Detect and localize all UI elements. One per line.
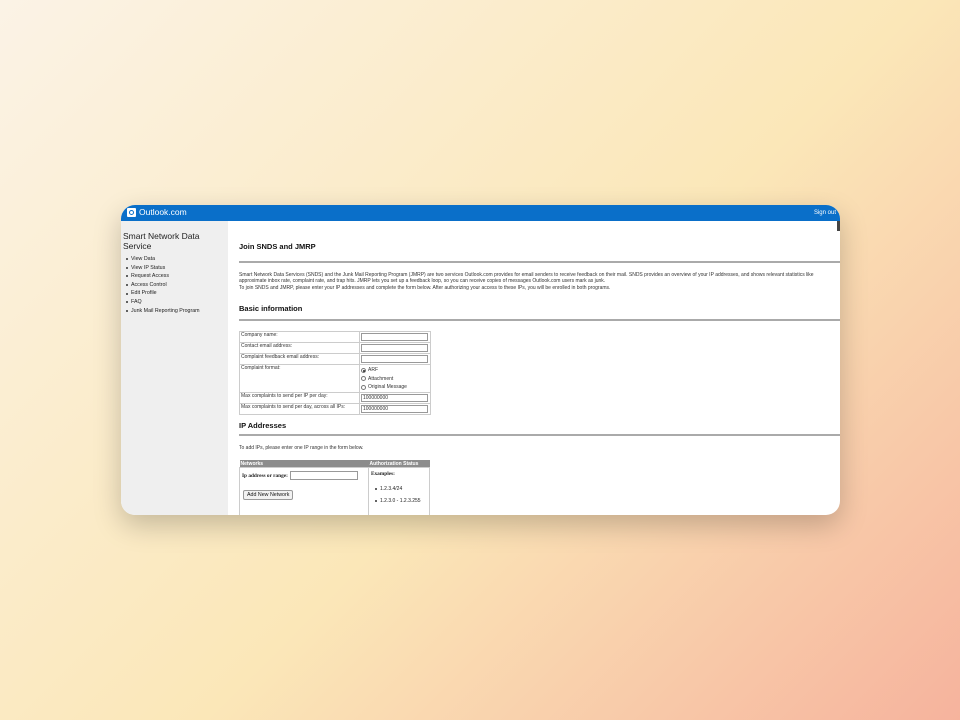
brand-name: Outlook.com [139, 207, 187, 217]
status-column-header: Authorization Status [368, 460, 430, 468]
divider [239, 434, 840, 436]
feedback-email-input[interactable] [361, 355, 428, 363]
intro-instructions: To join SNDS and JMRP, please enter your… [239, 284, 611, 291]
sidebar-item-request-access[interactable]: Request Access [125, 272, 228, 281]
ip-range-label: Ip address or range: [242, 472, 288, 479]
ip-range-input[interactable] [289, 471, 358, 480]
format-option-arf[interactable]: ARF [361, 366, 430, 375]
contact-email-label: Contact email address: [239, 342, 360, 354]
max-all-ips-label: Max complaints to send per day, across a… [239, 402, 360, 415]
ip-instructions: To add IPs, please enter one IP range in… [239, 445, 364, 451]
ip-addresses-heading: IP Addresses [239, 421, 287, 430]
sidebar-item-edit-profile[interactable]: Edit Profile [125, 289, 228, 298]
company-name-input[interactable] [361, 333, 428, 341]
format-option-label: Original Message [368, 384, 407, 390]
basic-info-heading: Basic information [239, 304, 303, 313]
add-new-network-button[interactable]: Add New Network [243, 490, 294, 500]
networks-cell: Ip address or range: Add New Network [239, 467, 369, 515]
networks-table: Networks Authorization Status Ip address… [239, 460, 430, 515]
browser-window: Outlook.com Sign out Smart Network Data … [121, 205, 840, 515]
complaint-format-label: Complaint format: [239, 364, 360, 393]
format-option-label: Attachment [368, 375, 394, 382]
sidebar-nav: View Data View IP Status Request Access … [121, 255, 228, 315]
ip-range-field: Ip address or range: [242, 471, 367, 480]
outlook-logo[interactable]: Outlook.com [127, 207, 187, 217]
top-bar: Outlook.com Sign out [121, 205, 840, 221]
sidebar-item-faq[interactable]: FAQ [125, 298, 228, 307]
sidebar: Smart Network Data Service View Data Vie… [121, 221, 228, 515]
status-cell: Examples: 1.2.3.4/24 1.2.3.0 - 1.2.3.255 [368, 467, 430, 515]
sidebar-item-jmrp[interactable]: Junk Mail Reporting Program [125, 307, 228, 316]
max-per-ip-input[interactable]: 100000000 [361, 393, 428, 402]
outlook-icon [127, 207, 136, 217]
feedback-email-label: Complaint feedback email address: [239, 353, 360, 365]
company-name-label: Company name: [239, 331, 360, 343]
max-all-ips-input[interactable]: 100000000 [361, 404, 428, 413]
max-per-ip-label: Max complaints to send per IP per day: [239, 391, 360, 404]
networks-column-header: Networks [239, 460, 369, 468]
example-item: 1.2.3.0 - 1.2.3.255 [375, 498, 428, 504]
complaint-format-options: ARF Attachment Original Message [359, 364, 431, 393]
basic-info-form: Company name: Contact email address: Com… [239, 331, 431, 415]
intro-text: Smart Network Data Services (SNDS) and t… [239, 272, 835, 291]
sidebar-item-access-control[interactable]: Access Control [125, 281, 228, 290]
divider [239, 319, 840, 321]
sidebar-title: Smart Network Data Service [123, 231, 200, 251]
divider [239, 261, 840, 263]
sidebar-item-view-ip-status[interactable]: View IP Status [125, 264, 228, 273]
radio-icon[interactable] [361, 376, 366, 382]
format-option-label: ARF [368, 367, 378, 373]
format-option-attachment[interactable]: Attachment [361, 375, 430, 384]
main-content: Join SNDS and JMRP Smart Network Data Se… [228, 221, 840, 515]
radio-selected-icon[interactable] [361, 367, 366, 373]
sidebar-item-view-data[interactable]: View Data [125, 255, 228, 264]
example-item: 1.2.3.4/24 [375, 486, 428, 492]
radio-icon[interactable] [361, 384, 366, 390]
format-option-original[interactable]: Original Message [361, 383, 430, 392]
contact-email-input[interactable] [361, 344, 428, 352]
page-title: Join SNDS and JMRP [239, 242, 316, 251]
sign-out-link[interactable]: Sign out [814, 210, 836, 216]
intro-paragraph: Smart Network Data Services (SNDS) and t… [239, 272, 814, 285]
